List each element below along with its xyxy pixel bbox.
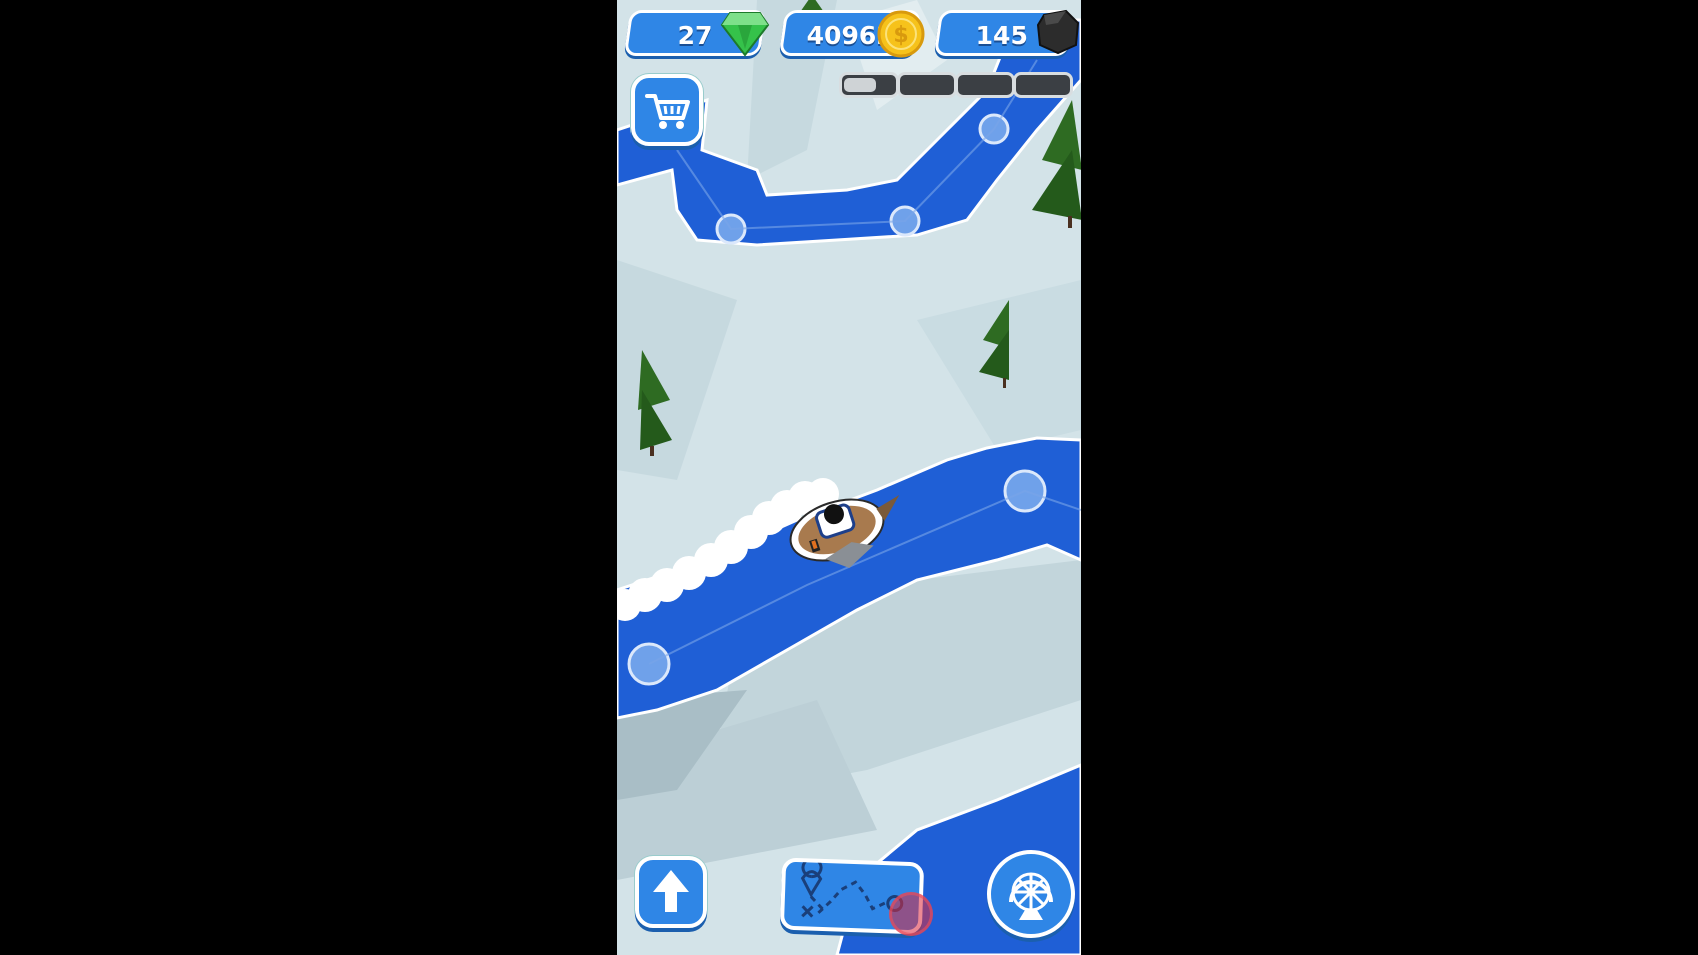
coal-value: 145 [975, 21, 1028, 50]
svg-text:$: $ [893, 23, 908, 48]
gem-icon [720, 12, 770, 57]
progress-segment [897, 72, 957, 98]
coin-icon: $ [877, 10, 925, 58]
shop-button[interactable] [631, 74, 703, 146]
game-screen[interactable]: 27 40962 $ 145 [617, 0, 1081, 955]
gems-value: 27 [677, 21, 713, 50]
progress-segment [955, 72, 1015, 98]
progress-fill [844, 78, 877, 92]
helm-wheel-button[interactable] [987, 850, 1075, 938]
map-notification-marker [889, 892, 933, 936]
boost-button[interactable] [635, 856, 707, 928]
progress-segment [839, 72, 899, 98]
progress-segment [1013, 72, 1073, 98]
cart-icon [645, 94, 690, 129]
arrow-up-icon [653, 870, 689, 912]
wheel-icon [1009, 872, 1053, 920]
coal-icon [1036, 9, 1080, 55]
